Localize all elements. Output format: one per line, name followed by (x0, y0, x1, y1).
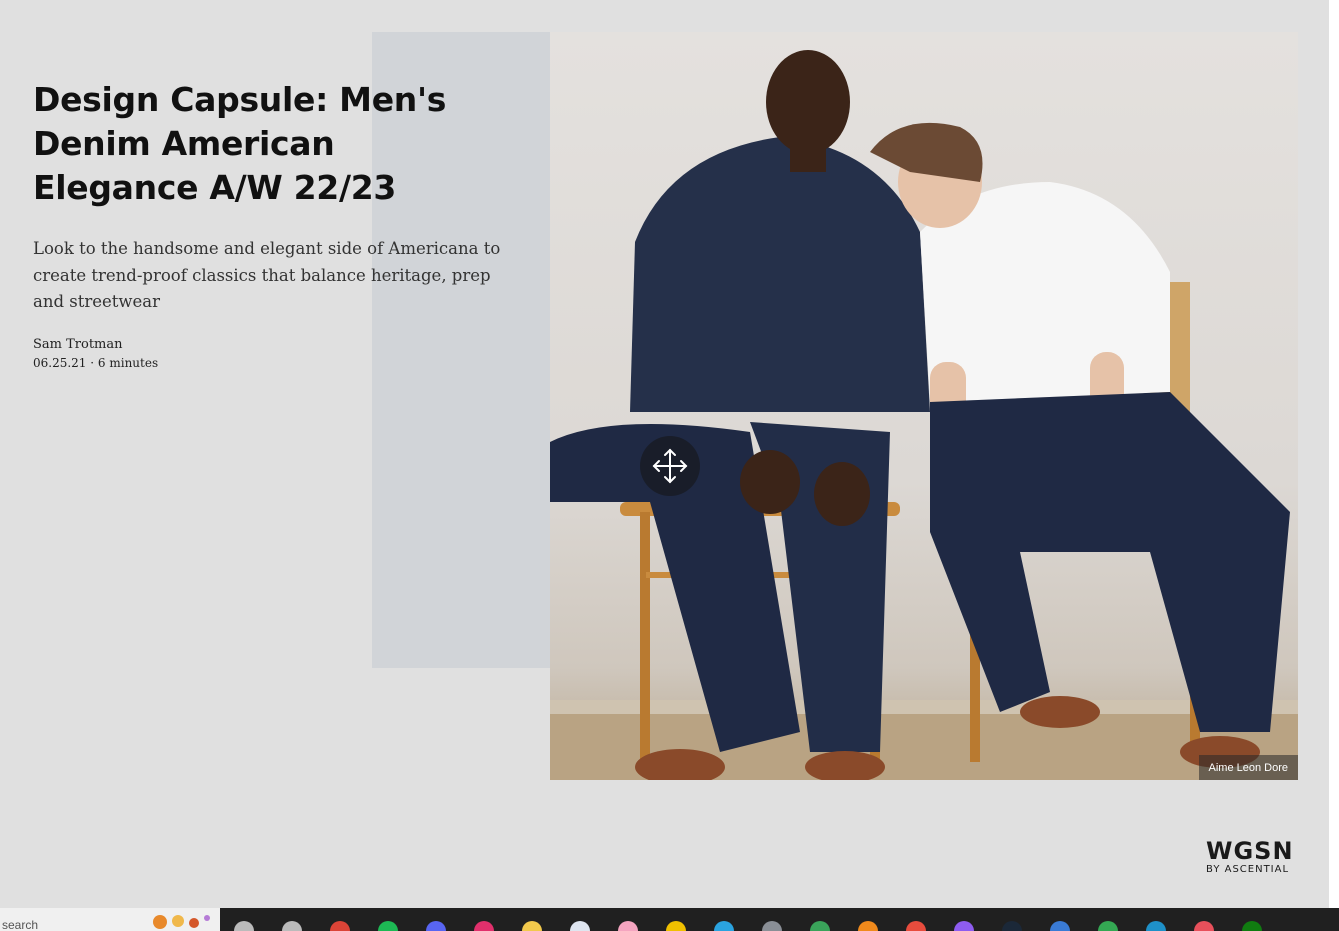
move-arrows-icon (652, 448, 688, 484)
taskbar-app-button[interactable] (460, 908, 508, 931)
task-view-icon (282, 921, 302, 931)
chrome-icon (330, 921, 350, 931)
taskbar-app-button[interactable] (556, 908, 604, 931)
article-subtitle: Look to the handsome and elegant side of… (33, 239, 501, 311)
taskbar-app-button[interactable] (220, 908, 268, 931)
spotify-icon (378, 921, 398, 931)
taskbar-app-button[interactable] (316, 908, 364, 931)
wgsn-logo[interactable]: WGSN BY ASCENTIAL (1206, 838, 1294, 876)
taskbar: search (0, 908, 1339, 931)
mail-icon (570, 921, 590, 931)
taskbar-app-button[interactable] (652, 908, 700, 931)
taskbar-app-button[interactable] (796, 908, 844, 931)
taskbar-app-button[interactable] (268, 908, 316, 931)
article-author[interactable]: Sam Trotman (33, 336, 503, 354)
taskbar-app-button[interactable] (1132, 908, 1180, 931)
app-icon (810, 921, 830, 931)
article-title: Design Capsule: Men's Denim American Ele… (33, 80, 447, 207)
article-page: Design Capsule: Men's Denim American Ele… (0, 0, 1329, 908)
reading-time: 6 minutes (97, 355, 159, 370)
taskbar-app-button[interactable] (412, 908, 460, 931)
taskbar-app-button[interactable] (364, 908, 412, 931)
search-icon (234, 921, 254, 931)
taskbar-app-button[interactable] (1180, 908, 1228, 931)
discord-icon (426, 921, 446, 931)
window-edge (1329, 0, 1339, 908)
app-icon (1146, 921, 1166, 931)
hero-image[interactable]: Aime Leon Dore (550, 32, 1298, 780)
taskbar-search[interactable]: search (0, 908, 220, 931)
taskbar-app-button[interactable] (700, 908, 748, 931)
move-handle[interactable] (640, 436, 700, 496)
search-highlight-icon (153, 915, 210, 929)
taskbar-app-button[interactable] (508, 908, 556, 931)
taskbar-app-button[interactable] (1036, 908, 1084, 931)
xbox-icon (1242, 921, 1262, 931)
taskbar-search-placeholder: search (2, 918, 39, 931)
taskbar-app-button[interactable] (844, 908, 892, 931)
steam-icon (1002, 921, 1022, 931)
taskbar-app-button[interactable] (748, 908, 796, 931)
article-header: Design Capsule: Men's Denim American Ele… (33, 78, 503, 372)
taskbar-app-button[interactable] (1084, 908, 1132, 931)
file-explorer-icon (522, 921, 542, 931)
app-icon (1050, 921, 1070, 931)
app-icon (666, 921, 686, 931)
app-icon (954, 921, 974, 931)
instagram-icon (474, 921, 494, 931)
logo-main: WGSN (1206, 837, 1294, 865)
app-icon (906, 921, 926, 931)
app-icon (618, 921, 638, 931)
telegram-icon (714, 921, 734, 931)
meta-separator: · (90, 355, 98, 370)
image-caption: Aime Leon Dore (1198, 755, 1298, 780)
taskbar-app-button[interactable] (604, 908, 652, 931)
taskbar-app-button[interactable] (940, 908, 988, 931)
app-icon (1194, 921, 1214, 931)
taskbar-apps (220, 908, 1276, 931)
play-store-icon (1098, 921, 1118, 931)
taskbar-app-button[interactable] (988, 908, 1036, 931)
calculator-icon (762, 921, 782, 931)
article-date: 06.25.21 (33, 355, 87, 370)
blender-icon (858, 921, 878, 931)
logo-sub: BY ASCENTIAL (1206, 864, 1290, 875)
article-meta: 06.25.21 · 6 minutes (33, 354, 503, 372)
taskbar-app-button[interactable] (1228, 908, 1276, 931)
hero-photo-illustration (550, 50, 1298, 780)
taskbar-app-button[interactable] (892, 908, 940, 931)
